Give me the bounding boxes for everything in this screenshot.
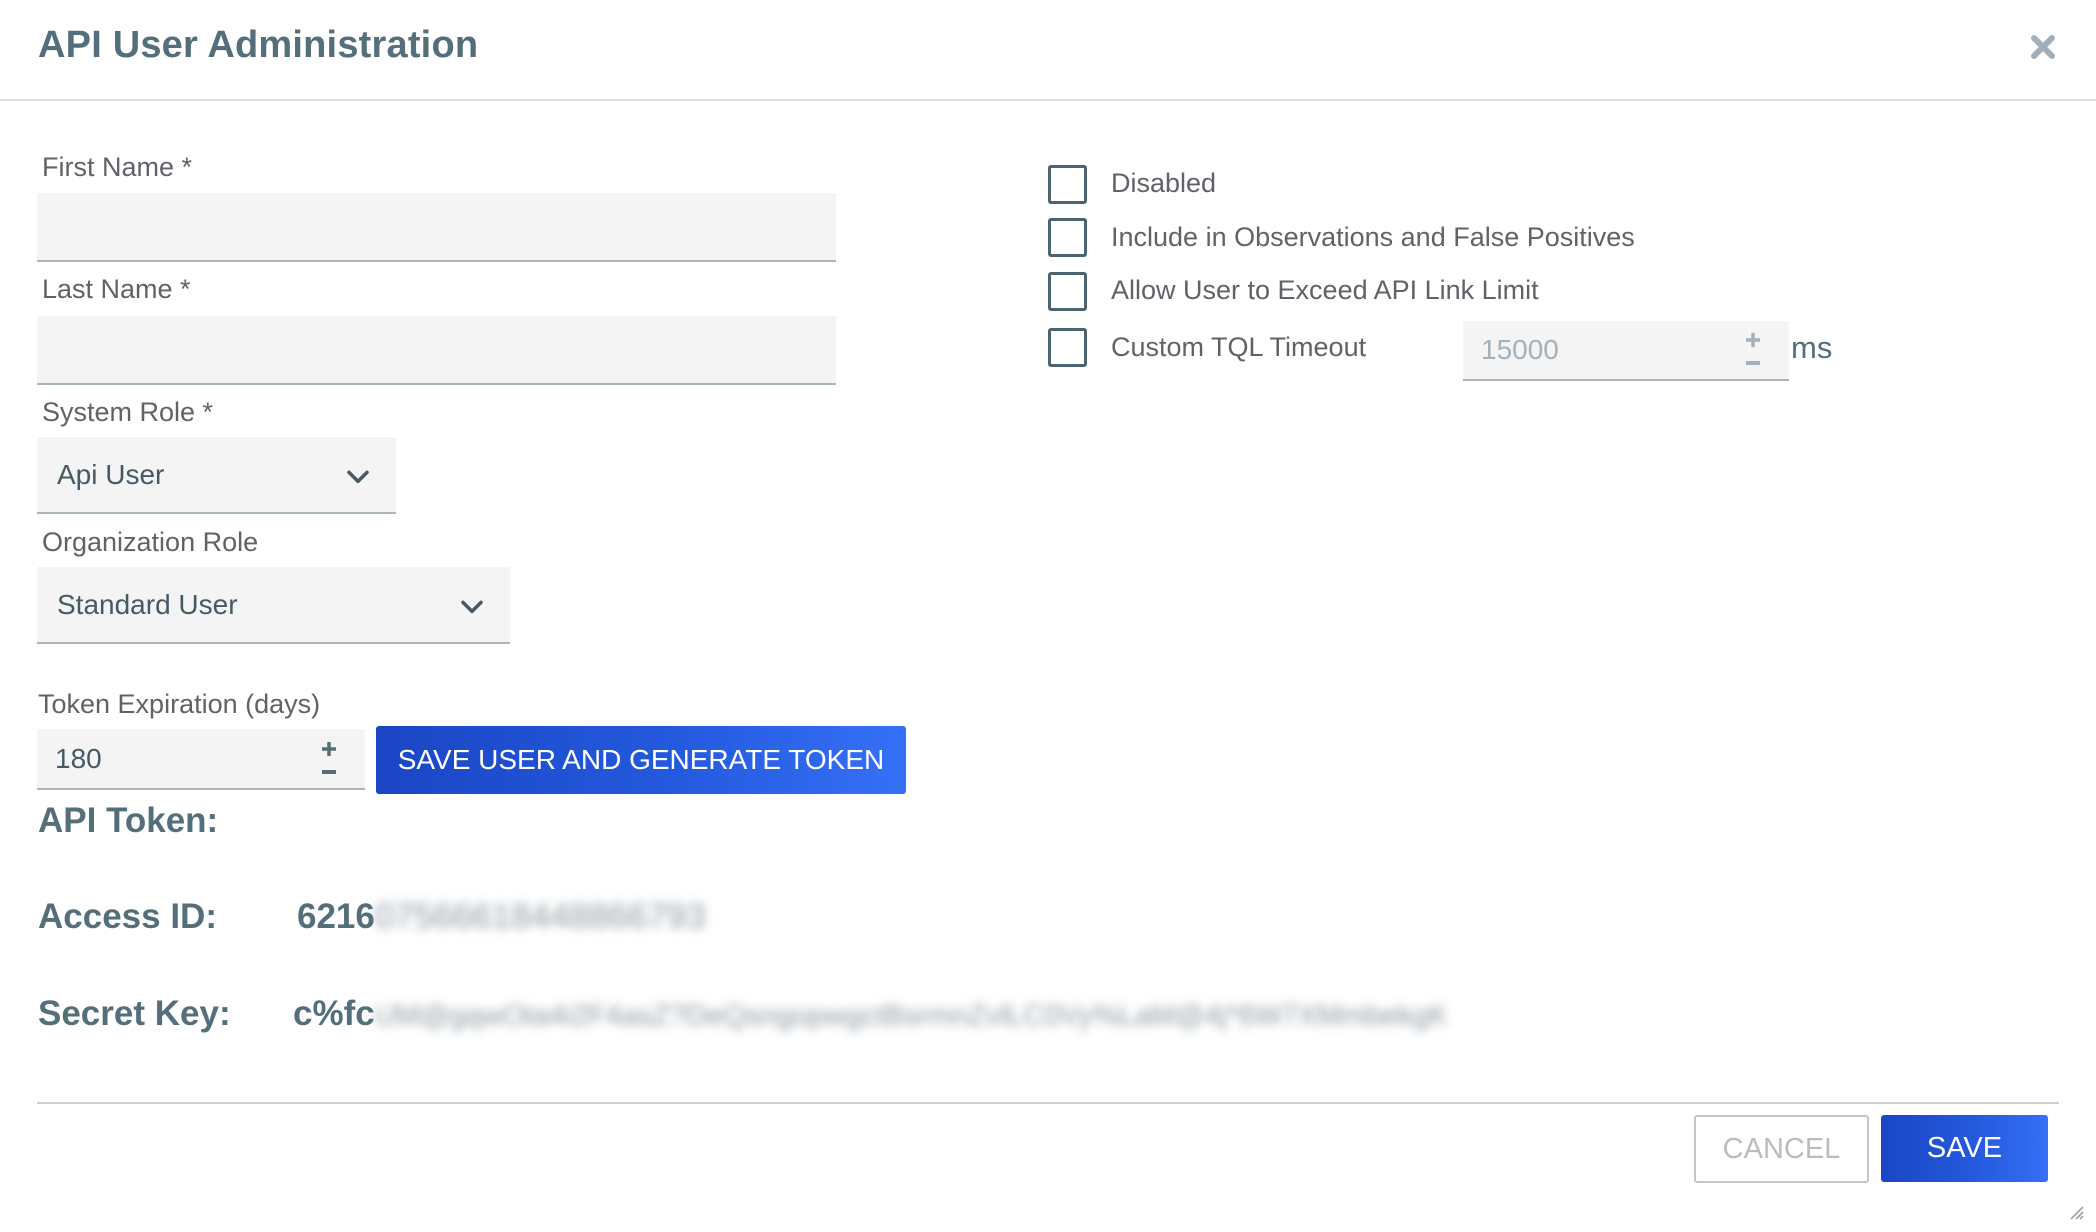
access-id-redacted: 07566618448866793	[374, 897, 706, 936]
header-divider	[0, 99, 2096, 101]
plus-minus-icon[interactable]	[319, 739, 339, 779]
resize-handle-icon[interactable]	[2066, 1202, 2084, 1220]
token-expiration-value: 180	[55, 742, 102, 774]
access-id-visible: 6216	[297, 897, 375, 936]
disabled-label: Disabled	[1111, 168, 1217, 198]
include-observations-checkbox[interactable]	[1048, 218, 1087, 257]
chevron-down-icon	[347, 470, 369, 483]
api-token-heading: API Token:	[38, 801, 219, 840]
organization-role-label: Organization Role	[42, 527, 259, 557]
access-id-value: 621607566618448866793	[297, 897, 706, 937]
plus-minus-icon[interactable]	[1743, 330, 1763, 370]
access-id-label: Access ID:	[38, 897, 217, 936]
system-role-select[interactable]: Api User	[37, 437, 396, 514]
dialog-title: API User Administration	[38, 24, 479, 66]
tql-timeout-stepper[interactable]: 15000	[1463, 321, 1789, 381]
system-role-value: Api User	[57, 458, 165, 490]
token-expiration-stepper[interactable]: 180	[37, 729, 365, 790]
disabled-checkbox[interactable]	[1048, 165, 1087, 204]
save-and-generate-token-button[interactable]: SAVE USER AND GENERATE TOKEN	[376, 726, 906, 794]
first-name-label: First Name *	[42, 152, 193, 182]
secret-key-redacted: UM@gqwOta4i2F4asZ?DeQsngopwgctBsrmnZvlLC…	[374, 1000, 1448, 1032]
organization-role-value: Standard User	[57, 588, 238, 620]
first-name-input[interactable]	[37, 193, 836, 262]
system-role-label: System Role *	[42, 397, 214, 427]
footer-divider	[37, 1102, 2059, 1104]
token-expiration-label: Token Expiration (days)	[38, 689, 321, 719]
tql-timeout-unit: ms	[1791, 330, 1833, 365]
secret-key-visible: c%fc	[293, 994, 375, 1033]
chevron-down-icon	[461, 600, 483, 613]
custom-tql-timeout-label: Custom TQL Timeout	[1111, 332, 1367, 362]
exceed-api-link-limit-checkbox[interactable]	[1048, 272, 1087, 311]
last-name-label: Last Name *	[42, 274, 191, 304]
close-button[interactable]	[2026, 30, 2060, 64]
close-icon	[2031, 35, 2055, 59]
custom-tql-timeout-checkbox[interactable]	[1048, 328, 1087, 367]
tql-timeout-value: 15000	[1481, 334, 1559, 365]
secret-key-value: c%fcUM@gqwOta4i2F4asZ?DeQsngopwgctBsrmnZ…	[293, 994, 1448, 1034]
include-observations-label: Include in Observations and False Positi…	[1111, 222, 1635, 252]
save-button[interactable]: SAVE	[1881, 1115, 2048, 1182]
secret-key-label: Secret Key:	[38, 994, 231, 1033]
cancel-button[interactable]: CANCEL	[1694, 1115, 1869, 1183]
exceed-api-link-limit-label: Allow User to Exceed API Link Limit	[1111, 275, 1539, 305]
organization-role-select[interactable]: Standard User	[37, 567, 510, 644]
last-name-input[interactable]	[37, 316, 836, 385]
